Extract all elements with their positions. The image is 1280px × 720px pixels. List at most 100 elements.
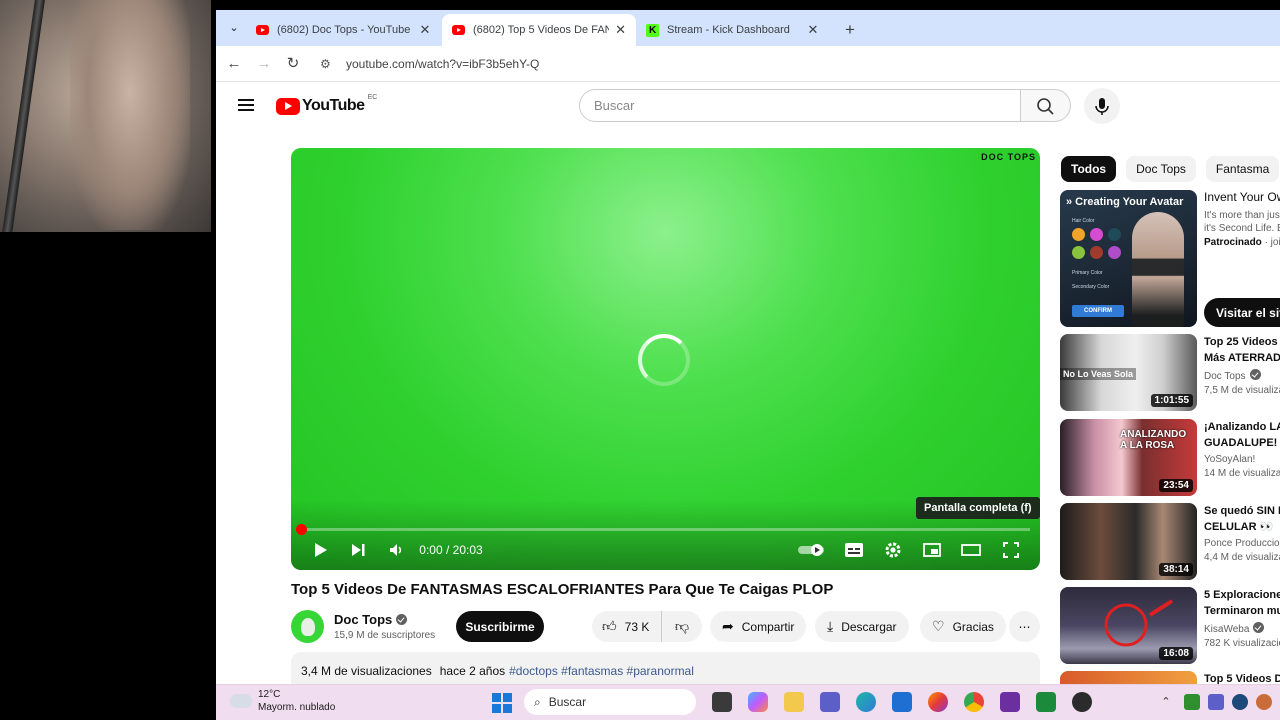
youtube-wordmark: YouTube (302, 97, 365, 114)
new-tab-button[interactable]: + (840, 20, 860, 40)
miniplayer-button[interactable] (921, 539, 943, 561)
rec-views: 7,5 M de visualiza (1204, 385, 1280, 396)
rec-info[interactable]: Top 25 Videos Más ATERRAD Doc Tops 7,5 M… (1204, 334, 1280, 396)
chip-doc-tops[interactable]: Doc Tops (1126, 156, 1196, 182)
webcam-pole (0, 0, 47, 232)
visit-site-button[interactable]: Visitar el siti (1204, 298, 1280, 327)
sync-tray-icon[interactable] (1256, 694, 1272, 710)
color-swatch (1090, 228, 1103, 241)
settings-button[interactable] (882, 539, 904, 561)
steam-tray-icon[interactable] (1232, 694, 1248, 710)
video-player[interactable]: DOC TOPS Pantalla completa (f) 0:00 / 20… (291, 148, 1040, 570)
nvidia-tray-icon[interactable] (1184, 694, 1200, 710)
thanks-icon: ♡ (932, 618, 945, 634)
microphone-icon (1095, 98, 1109, 115)
firefox-icon[interactable] (928, 692, 948, 712)
rec-title-line1: Top 5 Videos D (1204, 673, 1280, 684)
rec-info[interactable]: Se quedó SIN N CELULAR 👀 Ponce Produccio… (1204, 503, 1280, 563)
hamburger-menu-icon[interactable] (238, 99, 254, 111)
duration-badge: 16:08 (1159, 647, 1193, 660)
subscribe-button[interactable]: Suscribirme (456, 611, 544, 642)
site-info-icon[interactable]: ⚙ (320, 57, 338, 71)
ad-info[interactable]: Invent Your Ow It's more than just it's … (1204, 190, 1280, 248)
rec-title-line2: Terminaron mu (1204, 605, 1280, 617)
tray-overflow-chevron-icon[interactable]: ⌃ (1158, 694, 1174, 710)
windows-start-icon[interactable] (492, 693, 512, 713)
reload-icon[interactable]: ↻ (283, 54, 303, 74)
progress-bar[interactable] (301, 528, 1030, 531)
theater-mode-icon (961, 544, 981, 556)
channel-name-text[interactable]: Doc Tops (334, 612, 392, 627)
close-icon[interactable]: ✕ (418, 22, 432, 38)
rec-title-line2: Más ATERRAD (1204, 352, 1280, 364)
theater-mode-button[interactable] (960, 539, 982, 561)
dislike-button[interactable]: 👎︎ (662, 618, 702, 635)
channel-name[interactable]: Doc Tops (334, 612, 408, 627)
xbox-icon[interactable] (1036, 692, 1056, 712)
fullscreen-button[interactable] (1000, 539, 1022, 561)
task-view-icon[interactable] (712, 692, 732, 712)
more-actions-button[interactable]: ⋯ (1009, 611, 1040, 642)
rec-info[interactable]: Top 5 Videos D (1204, 671, 1280, 684)
share-button[interactable]: ➦ Compartir (710, 611, 807, 642)
app-icon[interactable] (1072, 692, 1092, 712)
ad-thumbnail[interactable]: » Creating Your Avatar Hair Color Primar… (1060, 190, 1197, 327)
taskbar-search[interactable]: ⌕ Buscar (524, 689, 696, 715)
tab-doc-tops[interactable]: (6802) Doc Tops - YouTube ✕ (246, 14, 442, 46)
url-bar[interactable]: ⚙ youtube.com/watch?v=ibF3b5ehY-Q (316, 51, 1276, 77)
rec-title-line1: 5 Exploracione (1204, 589, 1280, 601)
back-arrow-icon[interactable]: ← (224, 54, 244, 74)
tab-kick-dashboard[interactable]: Stream - Kick Dashboard ✕ (636, 14, 830, 46)
close-icon[interactable]: ✕ (615, 22, 626, 38)
copilot-icon[interactable] (748, 692, 768, 712)
hashtags[interactable]: #doctops #fantasmas #paranormal (509, 664, 694, 678)
thumb-caption: No Lo Veas Sola (1060, 368, 1137, 380)
voice-search-button[interactable] (1084, 88, 1120, 124)
rec-info[interactable]: ¡Analizando LA GUADALUPE! # YoSoyAlan! 1… (1204, 419, 1280, 479)
teams-tray-icon[interactable] (1208, 694, 1224, 710)
tab-search-chevron-icon[interactable]: ⌄ (224, 18, 244, 38)
rec-thumbnail[interactable] (1060, 671, 1197, 684)
forward-arrow-icon[interactable]: → (254, 54, 274, 74)
youtube-play-icon (276, 97, 300, 115)
teams-icon[interactable] (820, 692, 840, 712)
rec-views: 782 K visualizacio (1204, 638, 1280, 649)
progress-scrubber[interactable] (296, 524, 307, 535)
chip-fantasma[interactable]: Fantasma (1205, 156, 1280, 182)
download-button[interactable]: ⤓ Descargar (815, 611, 909, 642)
obs-studio-icon[interactable] (1000, 692, 1020, 712)
channel-avatar[interactable] (291, 610, 324, 643)
chrome-icon[interactable] (964, 692, 984, 712)
color-swatch (1108, 246, 1121, 259)
youtube-logo[interactable]: YouTube EC (276, 94, 377, 115)
like-button[interactable]: 👍︎ 73 K (592, 611, 662, 642)
tab-top5-fantasmas[interactable]: (6802) Top 5 Videos De FANTASMAS ✕ (442, 14, 636, 46)
file-explorer-icon[interactable] (784, 692, 804, 712)
chip-todos[interactable]: Todos (1061, 156, 1117, 182)
edge-icon[interactable] (856, 692, 876, 712)
rec-info[interactable]: 5 Exploracione Terminaron mu KisaWeba 78… (1204, 587, 1280, 649)
description-box[interactable]: 3,4 M de visualizaciones hace 2 años #doct… (291, 652, 1040, 684)
tab-strip: ⌄ (6802) Doc Tops - YouTube ✕ (6802) Top… (216, 10, 1280, 46)
rec-channel: KisaWeba (1204, 622, 1280, 635)
close-icon[interactable]: ✕ (806, 22, 820, 38)
thanks-label: Gracias (952, 619, 994, 634)
avatar-face-icon (300, 617, 315, 636)
store-icon[interactable] (892, 692, 912, 712)
rec-thumbnail[interactable]: ANALIZANDO A LA ROSA 23:54 (1060, 419, 1197, 496)
time-display: 0:00 / 20:03 (419, 543, 483, 557)
next-button[interactable] (347, 539, 369, 561)
subtitles-button[interactable] (843, 539, 865, 561)
play-button[interactable] (309, 539, 331, 561)
rec-thumbnail[interactable]: No Lo Veas Sola 1:01:55 (1060, 334, 1197, 411)
autoplay-toggle[interactable] (797, 539, 827, 561)
rec-thumbnail[interactable]: 16:08 (1060, 587, 1197, 664)
search-button[interactable] (1021, 89, 1071, 122)
duration-badge: 1:01:55 (1150, 394, 1193, 407)
thanks-button[interactable]: ♡ Gracias (920, 611, 1006, 642)
color-swatch (1090, 246, 1103, 259)
weather-widget[interactable]: 12°C Mayorm. nublado (230, 688, 335, 714)
rec-thumbnail[interactable]: 38:14 (1060, 503, 1197, 580)
search-input[interactable]: Buscar (579, 89, 1021, 122)
volume-button[interactable] (385, 539, 407, 561)
